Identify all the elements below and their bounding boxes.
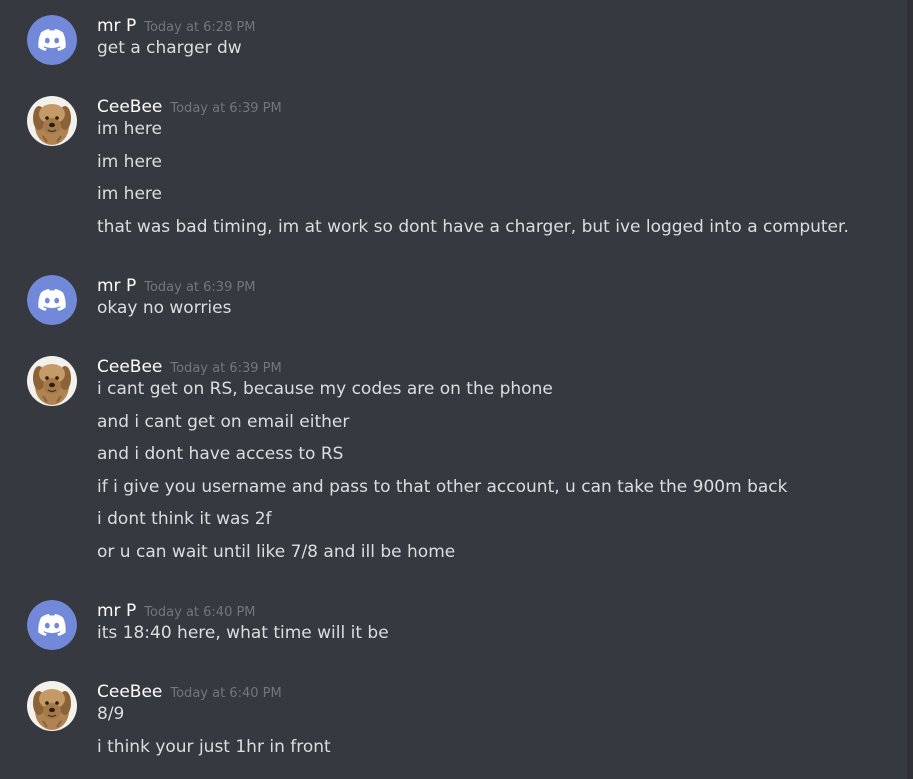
message-header: CeeBee Today at 6:39 PM [97,96,282,118]
message-text: i dont think it was 2f [97,509,272,529]
message-text: if i give you username and pass to that … [97,476,788,497]
timestamp[interactable]: Today at 6:28 PM [144,20,255,35]
message-text: i cant get on RS, because my codes are o… [97,379,553,399]
avatar[interactable] [27,356,77,406]
message-group: CeeBee Today at 6:39 PM im here im here im h… [0,96,907,258]
message-text: okay no worries [97,298,232,318]
message-text: get a charger dw [97,38,242,58]
username[interactable]: CeeBee [97,97,162,117]
username[interactable]: CeeBee [97,357,162,377]
username[interactable]: mr P [97,601,136,621]
timestamp[interactable]: Today at 6:39 PM [170,361,281,376]
message-text: 8/9 [97,704,125,724]
message-text: and i dont have access to RS [97,444,344,464]
message-header: CeeBee Today at 6:39 PM [97,356,282,378]
avatar[interactable] [27,681,77,731]
message-header: mr P Today at 6:40 PM [97,600,256,622]
timestamp[interactable]: Today at 6:39 PM [144,280,255,295]
discord-logo-icon[interactable] [27,600,77,650]
timestamp[interactable]: Today at 6:40 PM [170,686,281,701]
username[interactable]: CeeBee [97,682,162,702]
discord-logo-icon[interactable] [27,15,77,65]
message-text: im here [97,151,162,172]
message-text: and i cant get on email either [97,411,350,432]
message-header: mr P Today at 6:28 PM [97,15,256,37]
avatar[interactable] [27,96,77,146]
message-text: or u can wait until like 7/8 and ill be … [97,541,456,562]
message-group: mr P Today at 6:39 PM okay no worries [0,275,907,340]
message-text: im here [97,119,162,139]
message-group: mr P Today at 6:40 PM its 18:40 here, what… [0,600,907,665]
timestamp[interactable]: Today at 6:39 PM [170,101,281,116]
timestamp[interactable]: Today at 6:40 PM [144,605,255,620]
message-header: CeeBee Today at 6:40 PM [97,681,282,703]
scrollbar[interactable] [907,0,913,779]
message-text: im here [97,184,162,204]
message-header: mr P Today at 6:39 PM [97,275,256,297]
message-group: CeeBee Today at 6:39 PM i cant get on RS, … [0,356,907,583]
message-text: its 18:40 here, what time will it be [97,623,389,643]
message-group: CeeBee Today at 6:40 PM 8/9 i think your ju… [0,681,907,778]
message-list[interactable]: mr P Today at 6:28 PM get a charger dw Cee… [0,0,907,779]
message-group: mr P Today at 6:28 PM get a charger dw [0,15,907,80]
message-text: i think your just 1hr in front [97,736,331,757]
message-text: that was bad timing, im at work so dont … [97,216,849,237]
username[interactable]: mr P [97,276,136,296]
username[interactable]: mr P [97,16,136,36]
discord-logo-icon[interactable] [27,275,77,325]
